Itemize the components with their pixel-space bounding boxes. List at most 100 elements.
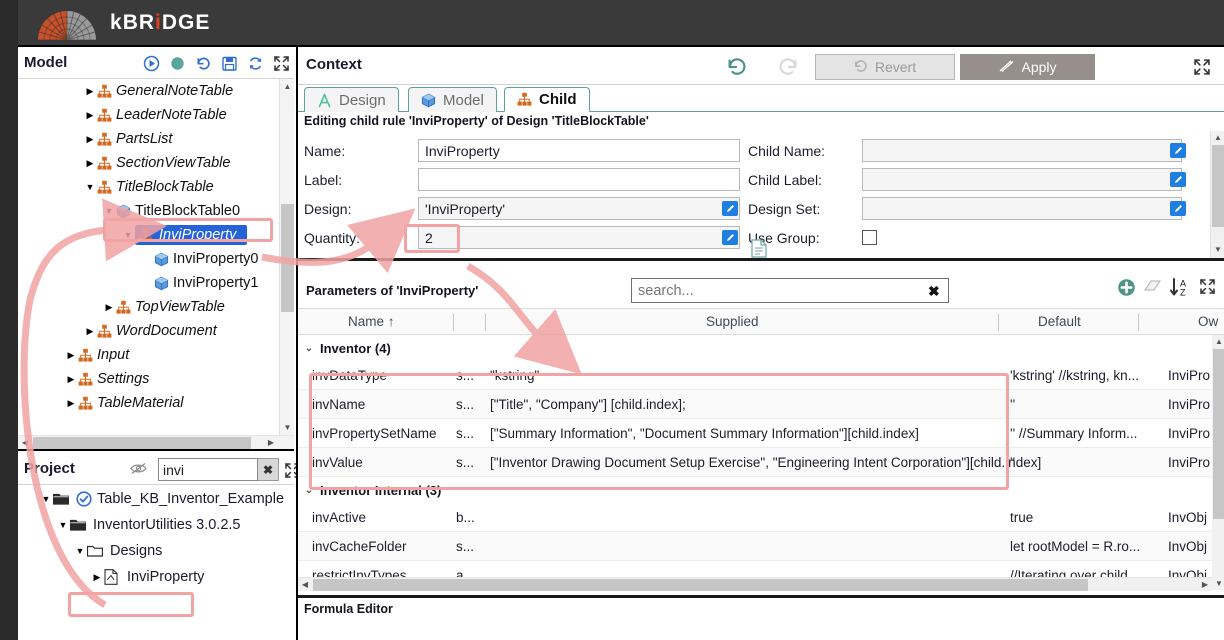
selected-tree-item[interactable]: InviProperty — [135, 225, 248, 245]
scroll-up-arrow[interactable]: ▲ — [280, 79, 294, 94]
scroll-down-arrow[interactable]: ▼ — [280, 420, 294, 435]
edit-pencil-icon[interactable] — [722, 230, 738, 245]
scroll-thumb-h[interactable] — [33, 437, 251, 449]
parameters-vertical-scrollbar[interactable]: ▲ ▼ — [1212, 335, 1224, 590]
run-icon[interactable] — [143, 55, 160, 72]
model-tree-item[interactable]: TableMaterial — [18, 391, 294, 415]
expand-twisty-icon[interactable] — [83, 86, 97, 97]
model-tree-vertical-scrollbar[interactable]: ▲ ▼ — [279, 79, 294, 435]
sort-az-icon[interactable]: AZ — [1169, 278, 1190, 298]
expand-icon[interactable] — [1193, 58, 1210, 75]
edit-pencil-icon[interactable] — [1170, 201, 1186, 216]
parameter-group-header[interactable]: ⌄ Inventor Internal (3) — [298, 477, 1224, 503]
model-tree-item[interactable]: GeneralNoteTable — [18, 79, 294, 103]
table-row[interactable]: invPropertySetName s... ["Summary Informat… — [298, 419, 1224, 448]
form-field-input[interactable] — [418, 197, 740, 220]
scroll-right-arrow[interactable]: ▶ — [264, 436, 278, 449]
expand-twisty-icon[interactable] — [83, 158, 97, 169]
collapse-twisty-icon[interactable] — [73, 546, 87, 556]
table-row[interactable]: invValue s... ["Inventor Drawing Document … — [298, 448, 1224, 477]
project-tree[interactable]: Table_KB_Inventor_Example InventorUtiliti… — [18, 486, 294, 640]
expand-icon[interactable] — [273, 55, 290, 72]
model-tree[interactable]: GeneralNoteTable LeaderNoteTable PartsList… — [18, 79, 294, 451]
table-row[interactable]: invCacheFolder s... let rootModel = R.ro..… — [298, 532, 1224, 561]
document-icon[interactable] — [751, 239, 768, 258]
collapse-twisty-icon[interactable] — [102, 206, 116, 216]
apply-button[interactable]: Apply — [960, 54, 1095, 80]
save-icon[interactable] — [221, 55, 238, 72]
expand-twisty-icon[interactable] — [102, 302, 116, 313]
column-separator[interactable] — [485, 314, 486, 331]
scroll-thumb[interactable] — [1213, 349, 1224, 519]
model-tree-item[interactable]: InviProperty — [18, 223, 294, 247]
scroll-left-arrow[interactable]: ◀ — [298, 578, 312, 592]
form-field-input[interactable] — [418, 226, 740, 249]
form-field-input[interactable] — [862, 197, 1182, 220]
column-header[interactable]: Default — [1038, 314, 1081, 329]
edit-pencil-icon[interactable] — [722, 201, 738, 216]
eraser-icon[interactable] — [1143, 278, 1162, 295]
scroll-up-arrow[interactable]: ▲ — [1212, 335, 1224, 348]
collapse-twisty-icon[interactable] — [121, 230, 135, 240]
add-parameter-icon[interactable] — [1117, 278, 1135, 296]
model-tree-item[interactable]: TitleBlockTable — [18, 175, 294, 199]
expand-twisty-icon[interactable] — [83, 134, 97, 145]
chevron-down-icon[interactable]: ⌄ — [298, 343, 320, 354]
model-tree-item[interactable]: Input — [18, 343, 294, 367]
model-tree-item[interactable]: InviProperty1 — [18, 271, 294, 295]
column-separator[interactable] — [453, 314, 454, 331]
form-field-input[interactable] — [862, 168, 1182, 191]
scroll-thumb[interactable] — [1212, 145, 1224, 227]
model-tree-item[interactable]: PartsList — [18, 127, 294, 151]
scroll-up-arrow[interactable]: ▲ — [1211, 131, 1224, 144]
form-field-input[interactable] — [418, 168, 740, 191]
collapse-twisty-icon[interactable] — [83, 182, 97, 192]
scroll-down-arrow[interactable]: ▼ — [1212, 577, 1224, 590]
status-dot-icon[interactable] — [169, 55, 186, 72]
parameters-search-clear-icon[interactable]: ✖ — [928, 283, 940, 300]
expand-twisty-icon[interactable] — [64, 350, 78, 361]
refresh-icon[interactable] — [247, 55, 264, 72]
model-tree-item[interactable]: SectionViewTable — [18, 151, 294, 175]
column-separator[interactable] — [998, 314, 999, 331]
parameter-group-header[interactable]: ⌄ Inventor (4) — [298, 335, 1224, 361]
model-tree-horizontal-scrollbar[interactable]: ◀ ▶ — [18, 435, 294, 449]
form-field-input[interactable] — [862, 139, 1182, 162]
scroll-right-arrow[interactable]: ▶ — [1198, 578, 1212, 592]
table-row[interactable]: invActive b... true InvObj — [298, 503, 1224, 532]
form-field-input[interactable] — [418, 139, 740, 162]
column-separator[interactable] — [1138, 314, 1139, 331]
expand-twisty-icon[interactable] — [83, 326, 97, 337]
column-header[interactable]: Supplied — [706, 314, 759, 329]
project-tree-item[interactable]: InviProperty — [18, 564, 294, 590]
undo-icon[interactable] — [726, 55, 746, 75]
collapse-twisty-icon[interactable] — [56, 520, 70, 530]
project-tree-item[interactable]: Designs — [18, 538, 294, 564]
table-row[interactable]: invDataType s... "kstring" 'kstring' //kstr… — [298, 361, 1224, 390]
tab-model[interactable]: Model — [408, 87, 497, 112]
model-tree-item[interactable]: InviProperty0 — [18, 247, 294, 271]
model-tree-item[interactable]: WordDocument — [18, 319, 294, 343]
expand-twisty-icon[interactable] — [64, 398, 78, 409]
parameters-search-input[interactable] — [631, 278, 949, 303]
edit-pencil-icon[interactable] — [1170, 143, 1186, 158]
expand-twisty-icon[interactable] — [64, 374, 78, 385]
expand-twisty-icon[interactable] — [90, 572, 104, 583]
model-tree-item[interactable]: Settings — [18, 367, 294, 391]
project-tree-item[interactable]: InventorUtilities 3.0.2.5 — [18, 512, 294, 538]
project-search-input[interactable] — [158, 458, 258, 481]
revert-button[interactable]: Revert — [815, 54, 955, 80]
expand-twisty-icon[interactable] — [83, 110, 97, 121]
scroll-left-arrow[interactable]: ◀ — [18, 436, 32, 449]
visibility-eye-icon[interactable] — [130, 462, 147, 479]
scroll-thumb-h[interactable] — [313, 579, 1088, 591]
project-tree-item[interactable]: Table_KB_Inventor_Example — [18, 486, 294, 512]
history-icon[interactable] — [195, 55, 212, 72]
scroll-thumb[interactable] — [281, 204, 294, 312]
tab-design[interactable]: Design — [304, 87, 399, 112]
form-vertical-scrollbar[interactable]: ▲ ▼ — [1210, 131, 1224, 258]
collapse-twisty-icon[interactable] — [39, 494, 53, 504]
scroll-down-arrow[interactable]: ▼ — [1211, 243, 1224, 256]
model-tree-item[interactable]: TitleBlockTable0 — [18, 199, 294, 223]
edit-pencil-icon[interactable] — [1170, 172, 1186, 187]
